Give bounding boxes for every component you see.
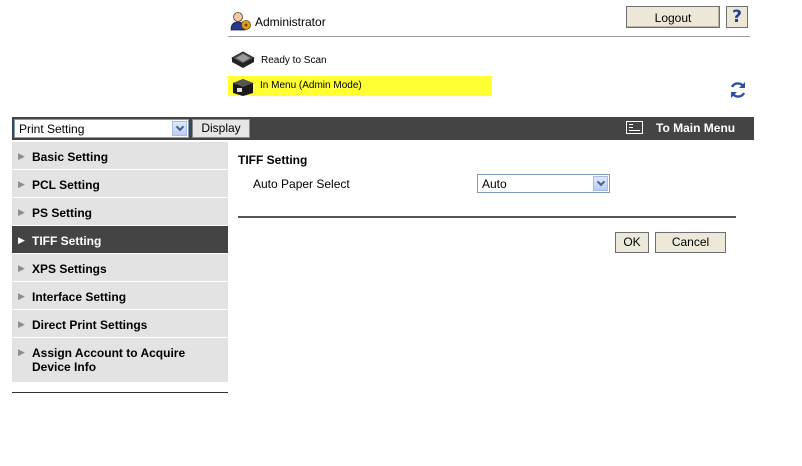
triangle-right-icon: ▶ <box>18 291 25 301</box>
header-divider <box>228 36 750 37</box>
sidebar-item-label: Interface Setting <box>32 290 127 304</box>
triangle-right-icon: ▶ <box>18 347 25 357</box>
triangle-right-icon: ▶ <box>18 235 25 245</box>
chevron-down-icon <box>172 121 187 136</box>
sidebar-item-tiff-setting[interactable]: ▶ TIFF Setting <box>12 226 228 254</box>
sidebar-item-label: PS Setting <box>32 206 93 220</box>
main-menu-icon <box>626 121 643 134</box>
sidebar-item-xps-settings[interactable]: ▶ XPS Settings <box>12 254 228 282</box>
sidebar-item-pcl-setting[interactable]: ▶ PCL Setting <box>12 170 228 198</box>
administrator-label: Administrator <box>255 15 326 29</box>
triangle-right-icon: ▶ <box>18 207 25 217</box>
auto-paper-select-value: Auto <box>482 177 507 191</box>
to-main-menu-button[interactable]: To Main Menu <box>626 117 754 140</box>
cancel-button[interactable]: Cancel <box>655 232 726 253</box>
status-ready-to-scan: Ready to Scan <box>261 55 327 66</box>
printer-icon <box>233 79 253 96</box>
sidebar-item-label: Basic Setting <box>32 150 109 164</box>
sidebar-item-label: XPS Settings <box>32 262 107 276</box>
administrator-icon <box>230 12 251 31</box>
logout-button[interactable]: Logout <box>626 6 720 28</box>
sidebar-item-assign-account[interactable]: ▶ Assign Account to Acquire Device Info <box>12 338 228 382</box>
sidebar-item-label: TIFF Setting <box>32 234 102 248</box>
sidebar-divider <box>12 392 228 393</box>
triangle-right-icon: ▶ <box>18 319 25 329</box>
sidebar-item-interface-setting[interactable]: ▶ Interface Setting <box>12 282 228 310</box>
triangle-right-icon: ▶ <box>18 179 25 189</box>
display-button[interactable]: Display <box>192 119 250 138</box>
auto-paper-select-dropdown[interactable]: Auto <box>477 174 610 193</box>
sidebar-item-label: Direct Print Settings <box>32 318 148 332</box>
page-title: TIFF Setting <box>238 153 308 167</box>
to-main-menu-label: To Main Menu <box>656 121 736 135</box>
sidebar-item-ps-setting[interactable]: ▶ PS Setting <box>12 198 228 226</box>
chevron-down-icon <box>593 176 608 191</box>
help-button[interactable]: ? <box>726 6 748 28</box>
ok-button[interactable]: OK <box>615 232 649 253</box>
sidebar-item-basic-setting[interactable]: ▶ Basic Setting <box>12 142 228 170</box>
sidebar-item-label: PCL Setting <box>32 178 100 192</box>
status-in-menu: In Menu (Admin Mode) <box>260 80 362 91</box>
setting-category-value: Print Setting <box>19 122 85 136</box>
sidebar-item-direct-print-settings[interactable]: ▶ Direct Print Settings <box>12 310 228 338</box>
scanner-icon <box>231 51 255 68</box>
triangle-right-icon: ▶ <box>18 263 25 273</box>
setting-category-select[interactable]: Print Setting <box>14 119 189 138</box>
content-divider <box>238 216 736 218</box>
auto-paper-select-label: Auto Paper Select <box>253 177 350 191</box>
refresh-icon[interactable] <box>728 80 748 100</box>
triangle-right-icon: ▶ <box>18 151 25 161</box>
sidebar-item-label: Assign Account to Acquire Device Info <box>32 346 186 374</box>
sidebar: ▶ Basic Setting ▶ PCL Setting ▶ PS Setti… <box>12 142 228 382</box>
